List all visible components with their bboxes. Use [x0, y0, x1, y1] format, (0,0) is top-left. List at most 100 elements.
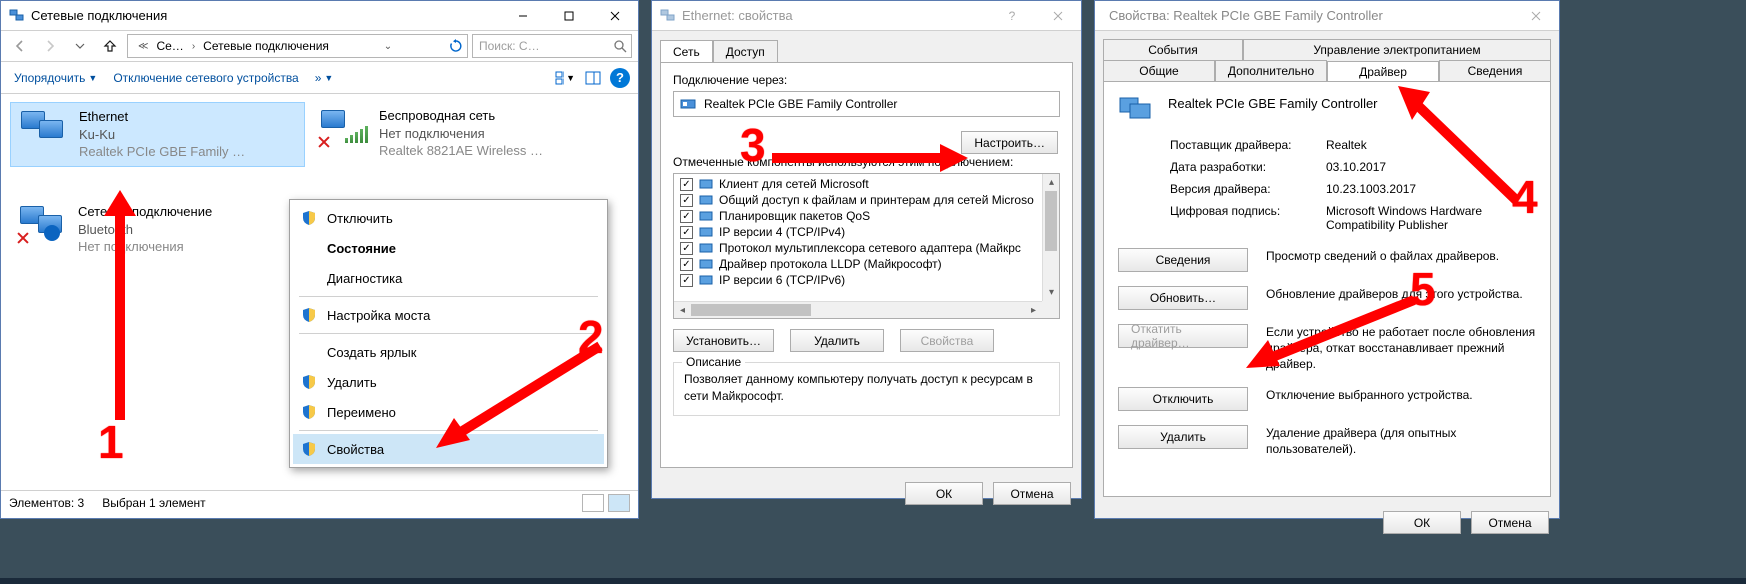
scroll-thumb[interactable]	[691, 304, 811, 316]
minimize-button[interactable]	[500, 1, 546, 31]
titlebar[interactable]: Сетевые подключения	[1, 1, 638, 31]
refresh-icon[interactable]	[449, 39, 463, 53]
search-icon	[613, 39, 627, 53]
info-value: 10.23.1003.2017	[1326, 182, 1536, 196]
driver-action-desc: Если устройство не работает после обновл…	[1266, 324, 1536, 373]
connection-bluetooth[interactable]: Сетевое подключение Bluetooth Нет подклю…	[10, 198, 305, 263]
driver-action-button[interactable]: Обновить…	[1118, 286, 1248, 310]
tab-general[interactable]: Общие	[1103, 60, 1215, 81]
titlebar[interactable]: Ethernet: свойства ?	[652, 1, 1081, 31]
checkbox[interactable]: ✓	[680, 194, 693, 207]
scroll-down-icon[interactable]: ▾	[1043, 284, 1060, 301]
protocol-icon	[699, 193, 713, 207]
ok-button[interactable]: ОК	[1383, 511, 1461, 534]
disable-device-button[interactable]: Отключение сетевого устройства	[108, 68, 303, 88]
scroll-left-icon[interactable]: ◂	[674, 302, 691, 319]
ctx-bridge[interactable]: Настройка моста	[293, 300, 604, 330]
close-button[interactable]	[592, 1, 638, 31]
tab-driver[interactable]: Драйвер	[1327, 61, 1439, 82]
scroll-right-icon[interactable]: ▸	[1025, 302, 1042, 319]
help-button[interactable]: ?	[989, 1, 1035, 31]
ctx-delete[interactable]: Удалить	[293, 367, 604, 397]
tab-details[interactable]: Сведения	[1439, 60, 1551, 81]
checkbox[interactable]: ✓	[680, 242, 693, 255]
component-item[interactable]: ✓ Протокол мультиплексора сетевого адапт…	[674, 240, 1059, 256]
driver-action-button[interactable]: Откатить драйвер…	[1118, 324, 1248, 348]
component-item[interactable]: ✓ Общий доступ к файлам и принтерам для …	[674, 192, 1059, 208]
checkbox[interactable]: ✓	[680, 226, 693, 239]
context-menu: Отключить Состояние Диагностика Настройк…	[289, 199, 608, 468]
close-button[interactable]	[1513, 1, 1559, 31]
up-button[interactable]	[97, 34, 123, 58]
driver-action-desc: Просмотр сведений о файлах драйверов.	[1266, 248, 1536, 264]
recent-locations-button[interactable]	[67, 34, 93, 58]
view-details-button[interactable]	[582, 494, 604, 512]
install-button[interactable]: Установить…	[673, 329, 774, 352]
tab-power[interactable]: Управление электропитанием	[1243, 39, 1551, 60]
ctx-rename[interactable]: Переимено	[293, 397, 604, 427]
component-item[interactable]: ✓ Планировщик пакетов QoS	[674, 208, 1059, 224]
vertical-scrollbar[interactable]: ▴ ▾	[1042, 174, 1059, 301]
component-item[interactable]: ✓ IP версии 6 (TCP/IPv6)	[674, 272, 1059, 288]
driver-action-button[interactable]: Сведения	[1118, 248, 1248, 272]
ok-button[interactable]: ОК	[905, 482, 983, 505]
component-item[interactable]: ✓ IP версии 4 (TCP/IPv4)	[674, 224, 1059, 240]
remove-button[interactable]: Удалить	[790, 329, 884, 352]
ethernet-icon	[17, 108, 69, 154]
breadcrumb-box[interactable]: ≪ Се… › Сетевые подключения ⌄	[127, 34, 468, 58]
checkbox[interactable]: ✓	[680, 274, 693, 287]
description-text: Позволяет данному компьютеру получать до…	[684, 371, 1049, 405]
breadcrumb-part[interactable]: Сетевые подключения	[201, 37, 331, 55]
wifi-icon	[317, 107, 369, 153]
dropdown-icon[interactable]: ⌄	[384, 41, 392, 52]
back-button[interactable]	[7, 34, 33, 58]
driver-action-button[interactable]: Отключить	[1118, 387, 1248, 411]
component-label: Общий доступ к файлам и принтерам для се…	[719, 193, 1034, 207]
ctx-disable[interactable]: Отключить	[293, 203, 604, 233]
status-bar: Элементов: 3 Выбран 1 элемент	[1, 490, 638, 514]
configure-button[interactable]: Настроить…	[961, 131, 1058, 154]
search-input[interactable]: Поиск: С…	[472, 34, 632, 58]
connections-list: Ethernet Ku-Ku Realtek PCIe GBE Family ……	[1, 94, 638, 490]
view-thumbs-button[interactable]: ▼	[554, 67, 576, 89]
more-commands-button[interactable]: »▼	[310, 68, 339, 88]
ctx-status[interactable]: Состояние	[293, 233, 604, 263]
maximize-button[interactable]	[546, 1, 592, 31]
view-icons-button[interactable]	[608, 494, 630, 512]
titlebar[interactable]: Свойства: Realtek PCIe GBE Family Contro…	[1095, 1, 1559, 31]
connection-status: Ku-Ku	[79, 126, 245, 144]
tab-events[interactable]: События	[1103, 39, 1243, 60]
checkbox[interactable]: ✓	[680, 178, 693, 191]
connect-via-label: Подключение через:	[673, 73, 1060, 87]
horizontal-scrollbar[interactable]: ◂ ▸	[674, 301, 1042, 318]
close-button[interactable]	[1035, 1, 1081, 31]
tab-network[interactable]: Сеть	[660, 40, 713, 63]
organize-button[interactable]: Упорядочить▼	[9, 68, 102, 88]
protocol-icon	[699, 273, 713, 287]
component-item[interactable]: ✓ Клиент для сетей Microsoft	[674, 176, 1059, 192]
connection-wifi[interactable]: Беспроводная сеть Нет подключения Realte…	[311, 102, 606, 167]
help-button[interactable]: ?	[610, 68, 630, 88]
connection-ethernet[interactable]: Ethernet Ku-Ku Realtek PCIe GBE Family …	[10, 102, 305, 167]
cancel-button[interactable]: Отмена	[993, 482, 1071, 505]
ctx-diagnostics[interactable]: Диагностика	[293, 263, 604, 293]
connection-name: Сетевое подключение	[78, 203, 212, 221]
checkbox[interactable]: ✓	[680, 210, 693, 223]
component-item[interactable]: ✓ Драйвер протокола LLDP (Майкрософт)	[674, 256, 1059, 272]
component-label: Протокол мультиплексора сетевого адаптер…	[719, 241, 1021, 255]
ctx-properties[interactable]: Свойства	[293, 434, 604, 464]
breadcrumb-part[interactable]: Се…	[154, 37, 185, 55]
tab-access[interactable]: Доступ	[713, 40, 778, 63]
checkbox[interactable]: ✓	[680, 258, 693, 271]
scroll-up-icon[interactable]: ▴	[1043, 174, 1060, 191]
forward-button[interactable]	[37, 34, 63, 58]
scroll-thumb[interactable]	[1045, 191, 1057, 251]
properties-button[interactable]: Свойства	[900, 329, 994, 352]
tab-advanced[interactable]: Дополнительно	[1215, 60, 1327, 81]
preview-pane-button[interactable]	[582, 67, 604, 89]
component-label: IP версии 4 (TCP/IPv4)	[719, 225, 845, 239]
status-count: Элементов: 3	[9, 496, 84, 510]
driver-action-button[interactable]: Удалить	[1118, 425, 1248, 449]
ctx-shortcut[interactable]: Создать ярлык	[293, 337, 604, 367]
cancel-button[interactable]: Отмена	[1471, 511, 1549, 534]
